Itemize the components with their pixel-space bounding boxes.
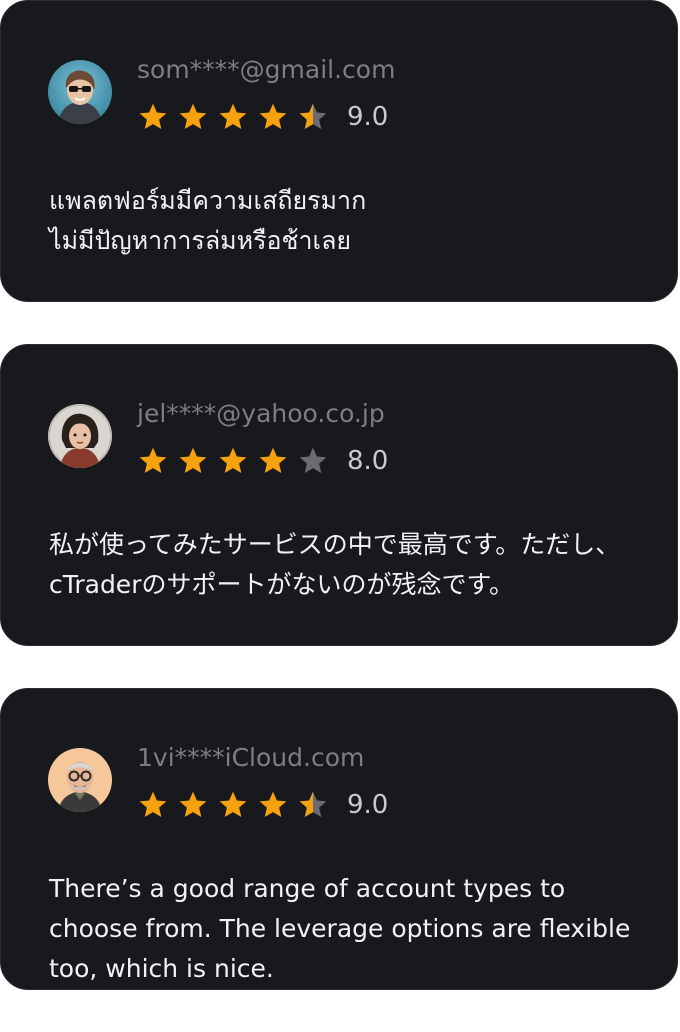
star-rating: 8.0 — [137, 441, 388, 481]
reviewer-email: 1vi****iCloud.com — [137, 743, 365, 772]
star-filled-icon — [219, 103, 247, 129]
reviewer-email: jel****@yahoo.co.jp — [137, 399, 385, 428]
rating-score: 8.0 — [347, 446, 389, 476]
star-filled-icon — [219, 447, 247, 473]
star-half-icon — [299, 103, 327, 129]
star-filled-icon — [259, 447, 287, 473]
man-glasses-avatar — [48, 748, 112, 812]
star-rating: 9.0 — [137, 785, 388, 825]
star-filled-icon — [259, 103, 287, 129]
review-card: som****@gmail.com 9.0 แพลตฟอร์มมีความเสถ… — [0, 0, 678, 302]
rating-score: 9.0 — [347, 102, 389, 132]
star-half-icon — [299, 791, 327, 817]
star-filled-icon — [179, 447, 207, 473]
rating-score: 9.0 — [347, 790, 389, 820]
review-text: 私が使ってみたサービスの中で最高です。ただし、cTraderのサポートがないのが… — [49, 530, 621, 599]
star-filled-icon — [139, 791, 167, 817]
star-filled-icon — [139, 447, 167, 473]
woman-headphones-avatar — [48, 404, 112, 468]
review-text: แพลตฟอร์มมีความเสถียรมาก ไม่มีปัญหาการล่… — [49, 181, 649, 261]
star-filled-icon — [179, 103, 207, 129]
review-text-line: แพลตฟอร์มมีความเสถียรมาก — [49, 186, 367, 215]
review-card: 1vi****iCloud.com 9.0 There’s a good ran… — [0, 688, 678, 990]
star-filled-icon — [259, 791, 287, 817]
star-empty-icon — [299, 447, 327, 473]
review-text: There’s a good range of account types to… — [49, 874, 631, 983]
star-filled-icon — [179, 791, 207, 817]
star-rating: 9.0 — [137, 97, 388, 137]
woman-sunglasses-avatar — [48, 60, 112, 124]
review-card: jel****@yahoo.co.jp 8.0 私が使ってみたサービスの中で最高… — [0, 344, 678, 646]
star-filled-icon — [219, 791, 247, 817]
review-text-line: ไม่มีปัญหาการล่มหรือช้าเลย — [49, 226, 352, 255]
star-filled-icon — [139, 103, 167, 129]
reviewer-email: som****@gmail.com — [137, 55, 396, 84]
